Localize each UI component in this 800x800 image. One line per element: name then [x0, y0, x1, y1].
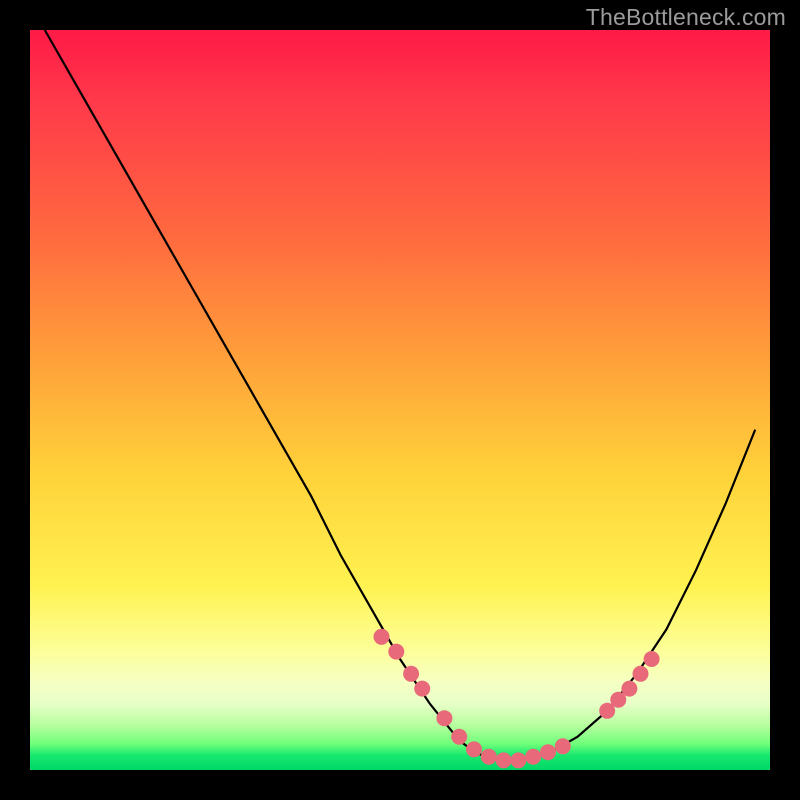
- watermark-text: TheBottleneck.com: [586, 4, 786, 31]
- chart-svg: [30, 30, 770, 770]
- chart-marker: [403, 666, 419, 682]
- chart-marker: [644, 651, 660, 667]
- chart-marker: [540, 744, 556, 760]
- chart-marker: [633, 666, 649, 682]
- chart-marker: [525, 749, 541, 765]
- chart-marker: [374, 629, 390, 645]
- chart-marker: [510, 752, 526, 768]
- chart-marker: [388, 644, 404, 660]
- chart-marker: [496, 752, 512, 768]
- chart-marker: [621, 681, 637, 697]
- chart-plot-area: [30, 30, 770, 770]
- chart-marker: [466, 741, 482, 757]
- chart-marker: [481, 749, 497, 765]
- chart-frame: TheBottleneck.com: [0, 0, 800, 800]
- chart-marker: [451, 729, 467, 745]
- chart-marker: [414, 681, 430, 697]
- chart-marker: [555, 738, 571, 754]
- chart-marker: [436, 710, 452, 726]
- chart-markers: [374, 629, 660, 769]
